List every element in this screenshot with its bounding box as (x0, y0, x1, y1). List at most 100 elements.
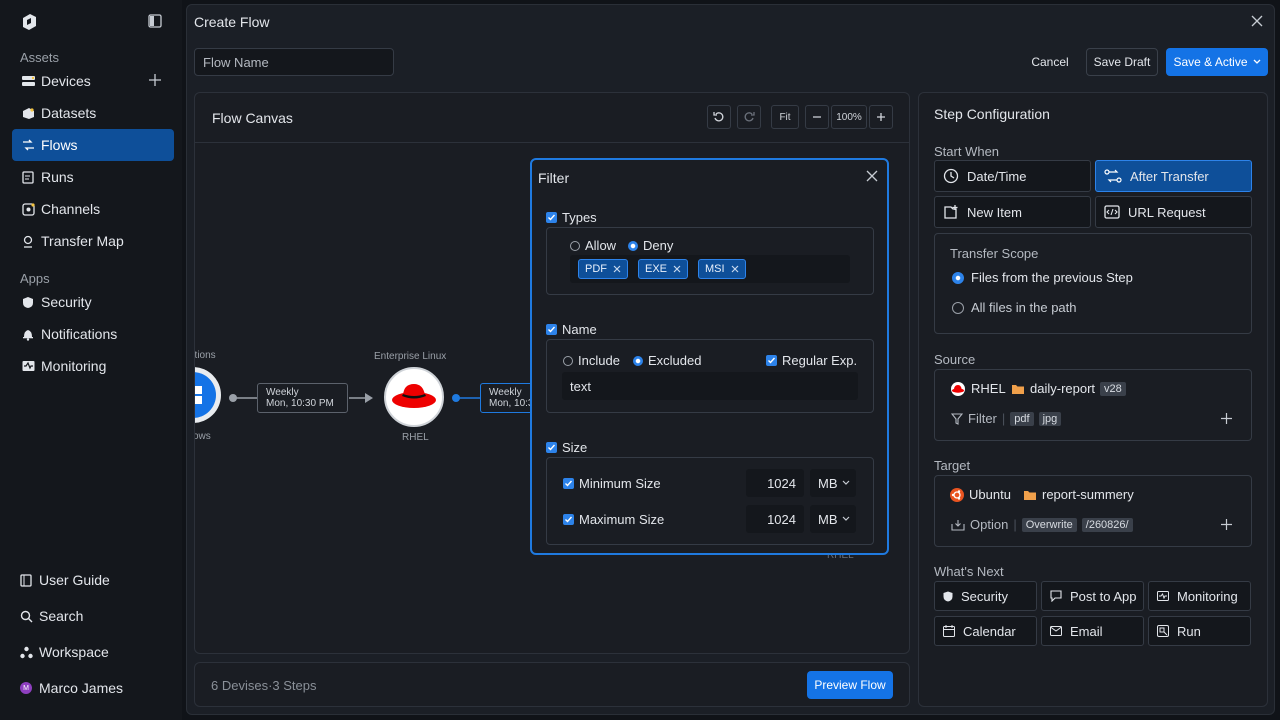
max-size-unit-select[interactable]: MB (810, 505, 856, 533)
next-label: Monitoring (1177, 588, 1238, 604)
sidebar-item-search[interactable]: Search (10, 600, 172, 632)
undo-button[interactable] (707, 105, 731, 129)
next-security[interactable]: Security (934, 581, 1037, 611)
sidebar-item-monitoring[interactable]: Monitoring (12, 350, 174, 382)
add-source-filter-button[interactable] (1221, 413, 1232, 424)
sidebar-item-flows[interactable]: Flows (12, 129, 174, 161)
next-calendar[interactable]: Calendar (934, 616, 1037, 646)
checkbox-icon (563, 514, 574, 525)
sidebar-item-security[interactable]: Security (12, 286, 174, 318)
next-email[interactable]: Email (1041, 616, 1144, 646)
add-device-button[interactable] (148, 73, 164, 89)
sidebar-collapse-icon[interactable] (148, 14, 164, 30)
chip-pdf[interactable]: PDF (578, 259, 628, 279)
flow-name-input[interactable] (194, 48, 394, 76)
sidebar-item-notifications[interactable]: Notifications (12, 318, 174, 350)
edge-1-schedule-label[interactable]: Weekly Mon, 10:30 PM (257, 383, 348, 413)
radio-icon (563, 355, 573, 366)
source-device[interactable]: RHEL (950, 381, 1006, 396)
include-radio[interactable]: Include (563, 353, 620, 368)
radio-icon (952, 301, 964, 314)
chip-label: MSI (705, 263, 725, 275)
shield-icon (943, 591, 953, 602)
next-post-to-app[interactable]: Post to App (1041, 581, 1144, 611)
chip-exe[interactable]: EXE (638, 259, 689, 279)
allow-radio[interactable]: Allow (570, 238, 616, 253)
name-pattern-input[interactable]: text (562, 372, 858, 400)
save-active-button[interactable]: Save & Active (1166, 48, 1268, 76)
min-size-checkbox[interactable]: Minimum Size (563, 476, 661, 491)
chip-remove-icon[interactable] (731, 265, 739, 273)
scope-all-files-radio[interactable]: All files in the path (952, 300, 1077, 315)
windows-icon (195, 367, 221, 423)
close-icon[interactable] (1250, 14, 1264, 28)
chip-msi[interactable]: MSI (698, 259, 746, 279)
chip-remove-icon[interactable] (613, 265, 621, 273)
option-after-transfer[interactable]: After Transfer (1095, 160, 1252, 192)
filter-tag: pdf (1010, 411, 1034, 426)
sidebar-item-datasets[interactable]: Datasets (12, 97, 174, 129)
sidebar-item-label: Notifications (41, 326, 118, 342)
preview-flow-button[interactable]: Preview Flow (807, 671, 893, 699)
source-box (934, 369, 1252, 441)
option-new-item[interactable]: New Item (934, 196, 1091, 228)
min-size-unit-select[interactable]: MB (810, 469, 856, 497)
zoom-in-button[interactable] (869, 105, 893, 129)
sidebar-item-label: Search (39, 608, 84, 624)
target-option[interactable]: Option | Overwrite /260826/ (951, 517, 1133, 532)
source-folder[interactable]: daily-report v28 (1011, 381, 1126, 396)
next-run[interactable]: Run (1148, 616, 1251, 646)
sidebar-item-label: Flows (41, 137, 78, 153)
chip-label: EXE (645, 263, 668, 275)
max-size-input[interactable]: 1024 (746, 505, 804, 533)
name-checkbox[interactable]: Name (546, 322, 597, 337)
option-date-time[interactable]: Date/Time (934, 160, 1091, 192)
option-label: Option (970, 517, 1009, 532)
option-url-request[interactable]: URL Request (1095, 196, 1252, 228)
sidebar-item-runs[interactable]: Runs (12, 161, 174, 193)
next-label: Email (1070, 623, 1103, 639)
rhel-node-bottom-label: RHEL (402, 432, 429, 443)
sidebar-item-channels[interactable]: Channels (12, 193, 174, 225)
zoom-out-button[interactable] (805, 105, 829, 129)
redhat-icon (950, 381, 966, 396)
sidebar-item-label: Monitoring (41, 358, 107, 374)
sidebar-item-user-guide[interactable]: User Guide (10, 564, 172, 596)
target-device[interactable]: Ubuntu (950, 487, 1011, 502)
fit-button[interactable]: Fit (771, 105, 799, 129)
filter-close-icon[interactable] (866, 170, 878, 182)
windows-node[interactable] (195, 367, 221, 423)
add-target-option-button[interactable] (1221, 519, 1232, 530)
min-size-input[interactable]: 1024 (746, 469, 804, 497)
chip-remove-icon[interactable] (673, 265, 681, 273)
option-label: After Transfer (1130, 168, 1209, 184)
size-checkbox[interactable]: Size (546, 440, 587, 455)
sidebar-item-user-profile[interactable]: M Marco James (10, 672, 172, 704)
app-logo-icon[interactable] (20, 13, 38, 31)
monitoring-icon (1157, 591, 1169, 601)
search-icon (19, 609, 33, 623)
types-checkbox[interactable]: Types (546, 210, 597, 225)
sidebar-item-workspace[interactable]: Workspace (10, 636, 172, 668)
redo-button[interactable] (737, 105, 761, 129)
sidebar-item-transfer-map[interactable]: Transfer Map (12, 225, 174, 257)
target-folder[interactable]: report-summery (1023, 487, 1134, 502)
scope-previous-step-radio[interactable]: Files from the previous Step (952, 270, 1133, 285)
calendar-icon (943, 625, 955, 637)
excluded-radio[interactable]: Excluded (633, 353, 701, 368)
checkbox-icon (546, 442, 557, 453)
next-monitoring[interactable]: Monitoring (1148, 581, 1251, 611)
types-chip-input[interactable]: PDF EXE MSI (570, 255, 850, 283)
save-draft-button[interactable]: Save Draft (1086, 48, 1158, 76)
redo-icon (743, 111, 755, 123)
source-filter[interactable]: Filter | pdf jpg (951, 411, 1062, 426)
assets-section-label: Assets (20, 50, 60, 65)
next-label: Run (1177, 623, 1201, 639)
regex-checkbox[interactable]: Regular Exp. (766, 353, 857, 368)
cancel-button[interactable]: Cancel (1026, 48, 1074, 76)
rhel-node[interactable] (384, 367, 444, 427)
chat-icon (1050, 590, 1062, 602)
max-size-checkbox[interactable]: Maximum Size (563, 512, 664, 527)
deny-radio[interactable]: Deny (628, 238, 673, 253)
filter-icon (951, 412, 963, 425)
